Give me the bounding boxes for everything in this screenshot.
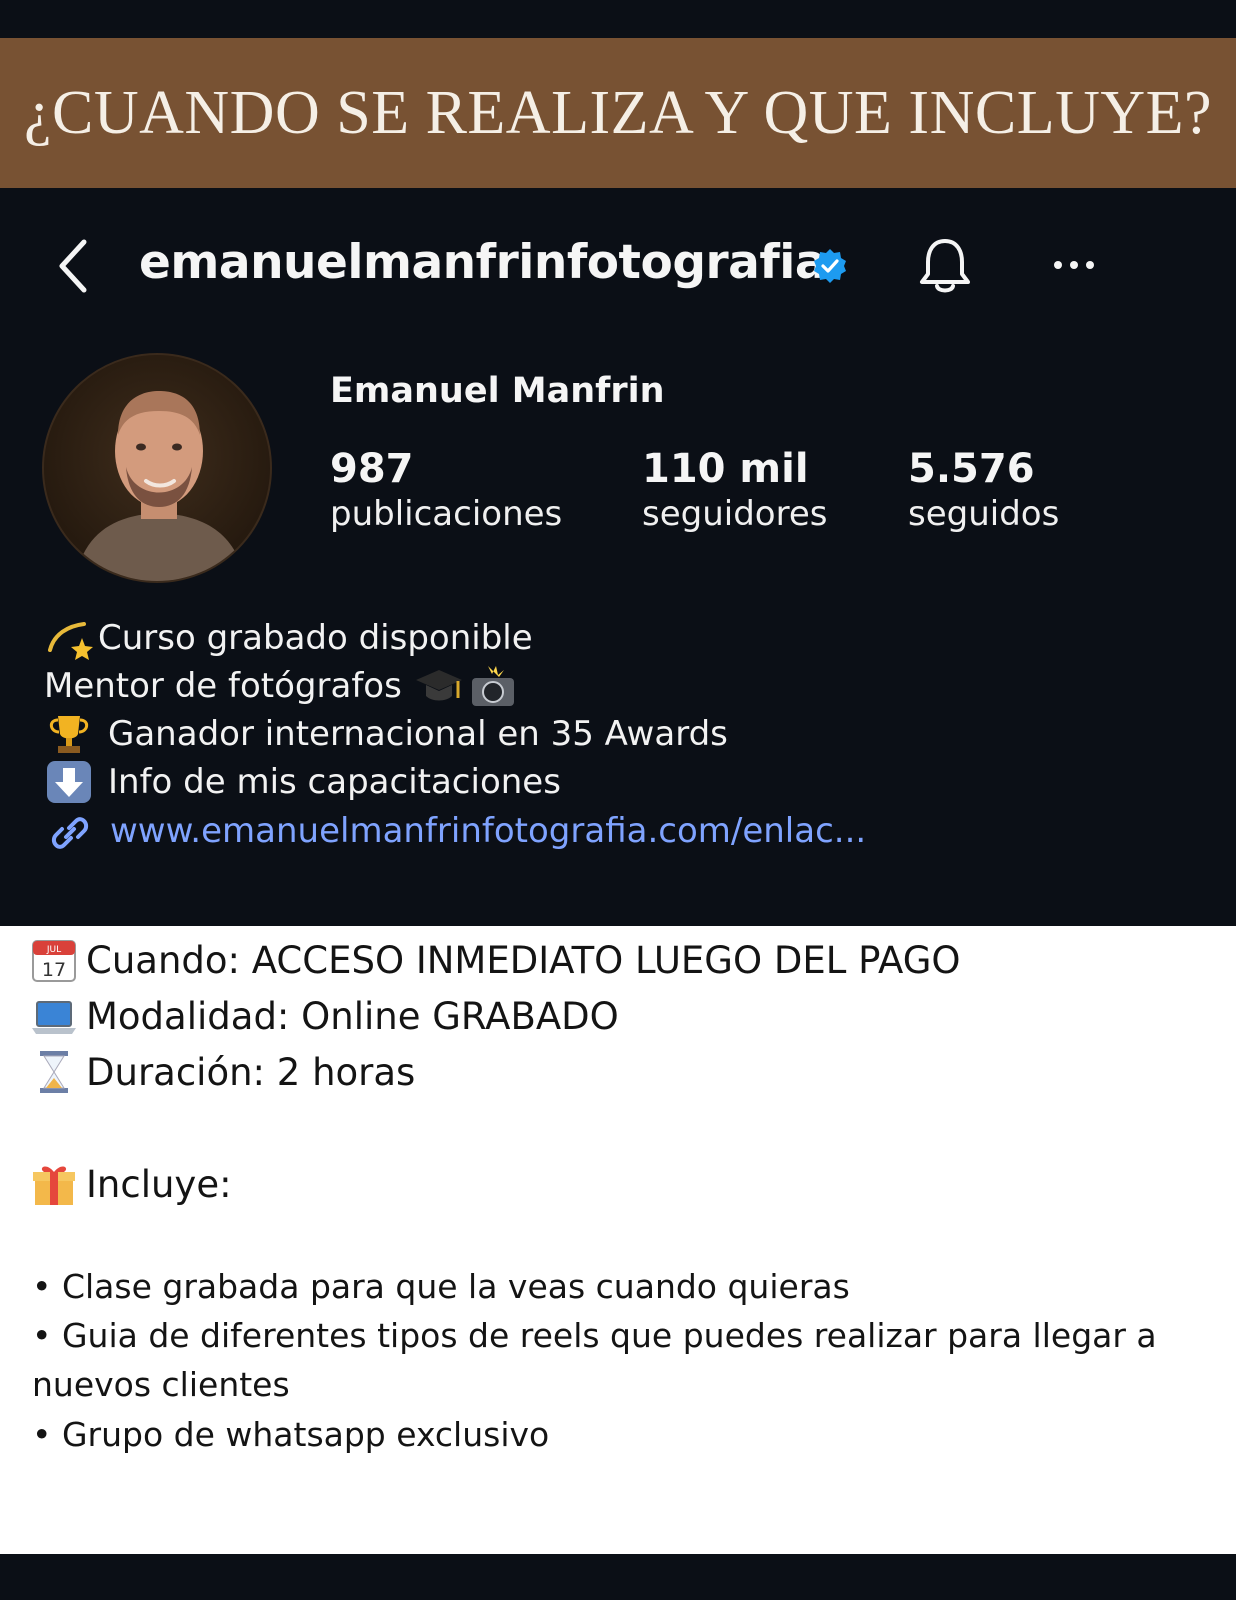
hourglass-icon	[40, 1051, 68, 1093]
banner-title: ¿CUANDO SE REALIZA Y QUE INCLUYE?	[23, 78, 1213, 147]
link-icon	[51, 817, 89, 849]
page: ¿CUANDO SE REALIZA Y QUE INCLUYE? emanue…	[0, 0, 1236, 1600]
avatar-portrait	[74, 391, 246, 581]
trophy-icon	[49, 716, 89, 753]
bio-line: Mentor de fotógrafos	[44, 662, 728, 710]
down-arrow-icon	[47, 761, 91, 803]
profile-bio: Curso grabado disponible Mentor de fotóg…	[44, 614, 728, 806]
stat-value: 987	[330, 446, 414, 492]
bio-line: Curso grabado disponible	[44, 614, 728, 662]
bio-line: Ganador internacional en 35 Awards	[44, 710, 728, 758]
include-item: • Grupo de whatsapp exclusivo	[32, 1415, 550, 1454]
stat-value: 5.576	[908, 446, 1035, 492]
detail-includes: Incluye:	[30, 1156, 232, 1212]
stat-label: publicaciones	[330, 494, 563, 534]
laptop-icon	[32, 1001, 76, 1034]
avatar[interactable]	[42, 353, 272, 583]
calendar-day: 17	[42, 959, 66, 981]
bio-text: Ganador internacional en 35 Awards	[108, 714, 728, 754]
calendar-icon: JUL 17	[32, 940, 76, 982]
gift-icon	[33, 1166, 75, 1205]
stat-followers[interactable]: 110 mil seguidores	[642, 446, 827, 536]
stat-value: 110 mil	[642, 446, 809, 492]
bio-text: Info de mis capacitaciones	[108, 762, 561, 802]
detail-text: Incluye:	[86, 1162, 232, 1206]
detail-text: Duración: 2 horas	[86, 1050, 416, 1094]
profile-full-name: Emanuel Manfrin	[330, 371, 665, 411]
profile-screenshot: emanuelmanfrinfotografia Emanuel Manfrin…	[0, 188, 1236, 926]
back-icon[interactable]	[54, 236, 94, 296]
profile-header: emanuelmanfrinfotografia	[0, 228, 1236, 298]
profile-username: emanuelmanfrinfotografia	[139, 235, 827, 290]
bottom-bar	[0, 1554, 1236, 1600]
camera-flash-icon	[471, 666, 514, 706]
link-text[interactable]: www.emanuelmanfrinfotografia.com/enlac..…	[110, 811, 866, 851]
include-item: • Clase grabada para que la veas cuando …	[32, 1267, 850, 1306]
stat-label: seguidos	[908, 494, 1060, 534]
bio-text: Curso grabado disponible	[98, 618, 533, 658]
title-banner: ¿CUANDO SE REALIZA Y QUE INCLUYE?	[0, 38, 1236, 188]
top-bar	[0, 0, 1236, 38]
bell-icon[interactable]	[916, 236, 974, 298]
more-icon[interactable]	[1050, 250, 1098, 280]
detail-mode: Modalidad: Online GRABADO	[30, 988, 619, 1044]
stat-label: seguidores	[642, 494, 828, 534]
bio-line: Info de mis capacitaciones	[44, 758, 728, 806]
include-item-continuation: nuevos clientes	[32, 1365, 290, 1404]
course-details: JUL 17 Cuando: ACCESO INMEDIATO LUEGO DE…	[0, 926, 1236, 1554]
profile-link[interactable]: www.emanuelmanfrinfotografia.com/enlac..…	[44, 806, 866, 856]
detail-text: Modalidad: Online GRABADO	[86, 994, 619, 1038]
stat-posts[interactable]: 987 publicaciones	[330, 446, 562, 536]
graduation-cap-icon	[415, 670, 462, 701]
detail-text: Cuando: ACCESO INMEDIATO LUEGO DEL PAGO	[86, 938, 961, 982]
detail-duration: Duración: 2 horas	[30, 1044, 415, 1100]
verified-icon	[814, 249, 846, 283]
dizzy-star-icon	[48, 622, 93, 660]
detail-when: JUL 17 Cuando: ACCESO INMEDIATO LUEGO DE…	[30, 932, 961, 988]
stat-following[interactable]: 5.576 seguidos	[908, 446, 1059, 536]
bio-text: Mentor de fotógrafos	[44, 666, 402, 706]
calendar-month: JUL	[46, 945, 61, 955]
include-item: • Guia de diferentes tipos de reels que …	[32, 1316, 1157, 1355]
